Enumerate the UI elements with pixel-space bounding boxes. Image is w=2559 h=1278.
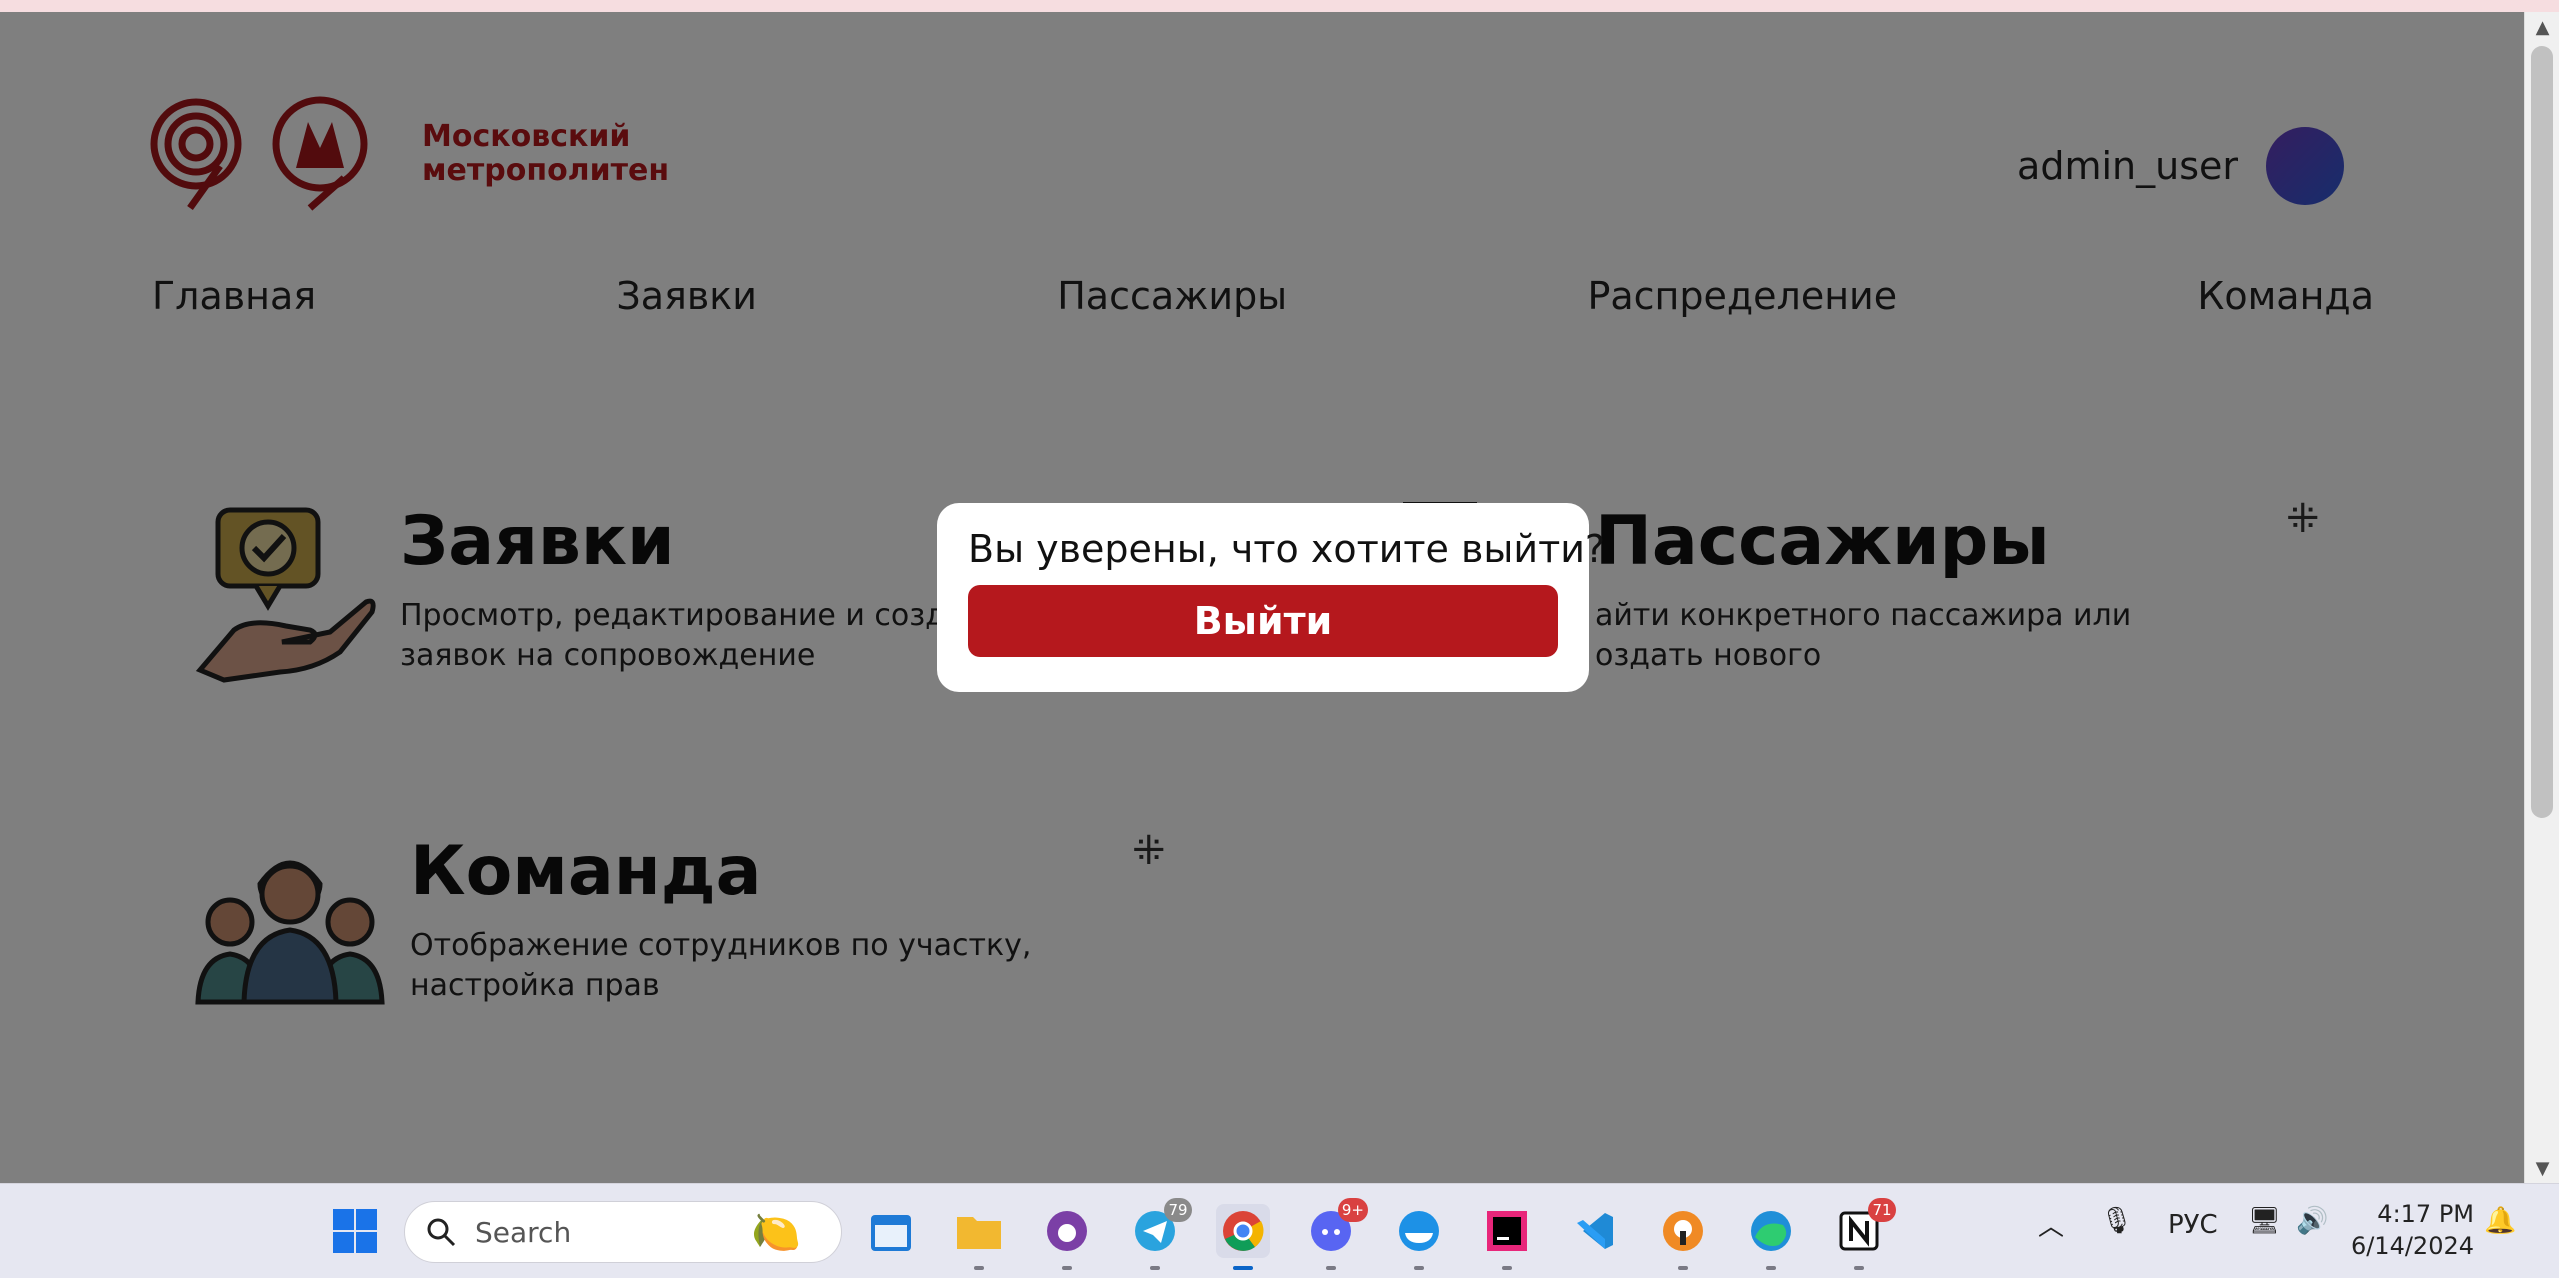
- running-indicator: [1766, 1266, 1776, 1270]
- vertical-scrollbar[interactable]: ▲ ▼: [2524, 12, 2559, 1183]
- network-icon[interactable]: 🖥: [2248, 1206, 2281, 1236]
- windows-taskbar: Search 🍋 79 9+ 71 ︿ 🎙 РУС 🖥 🔊 4:17 PM 6/…: [0, 1183, 2559, 1278]
- calendar-icon: [871, 1215, 911, 1251]
- discord-badge: 9+: [1337, 1198, 1368, 1222]
- taskbar-chrome[interactable]: [1216, 1204, 1270, 1270]
- running-indicator: [1150, 1266, 1160, 1270]
- running-indicator: [974, 1266, 984, 1270]
- docker-icon: [1399, 1211, 1439, 1251]
- taskbar-discord[interactable]: 9+: [1304, 1198, 1368, 1270]
- clock-time: 4:17 PM: [2377, 1200, 2474, 1228]
- logout-question: Вы уверены, что хотите выйти?: [968, 527, 1606, 571]
- browser-top-strip: [0, 0, 2559, 12]
- start-button[interactable]: [328, 1204, 382, 1258]
- taskbar-vscode[interactable]: [1568, 1204, 1622, 1258]
- search-placeholder: Search: [475, 1215, 572, 1249]
- vscode-icon: [1577, 1213, 1613, 1249]
- scroll-up-arrow-icon[interactable]: ▲: [2525, 12, 2559, 42]
- taskbar-file-explorer[interactable]: [952, 1204, 1006, 1270]
- running-indicator: [1062, 1266, 1072, 1270]
- github-icon: [1047, 1211, 1087, 1251]
- scroll-down-arrow-icon[interactable]: ▼: [2525, 1153, 2559, 1183]
- chrome-icon: [1223, 1211, 1264, 1251]
- input-language[interactable]: РУС: [2168, 1210, 2218, 1240]
- notification-bell-icon[interactable]: 🔔: [2484, 1206, 2516, 1236]
- taskbar-docker[interactable]: [1392, 1204, 1446, 1270]
- taskbar-notion[interactable]: 71: [1832, 1198, 1896, 1270]
- running-indicator: [1326, 1266, 1336, 1270]
- intellij-icon: [1487, 1211, 1527, 1251]
- taskbar-vpn[interactable]: [1656, 1204, 1710, 1270]
- taskbar-search[interactable]: Search 🍋: [404, 1201, 842, 1263]
- logout-confirm-dialog: Вы уверены, что хотите выйти? Выйти: [937, 503, 1606, 692]
- notion-badge: 71: [1868, 1198, 1896, 1222]
- logout-button[interactable]: Выйти: [968, 585, 1558, 657]
- taskbar-intellij[interactable]: [1480, 1204, 1534, 1270]
- running-indicator: [1678, 1266, 1688, 1270]
- telegram-badge: 79: [1164, 1198, 1192, 1222]
- search-icon: [427, 1218, 456, 1247]
- taskbar-edge[interactable]: [1744, 1204, 1798, 1270]
- volume-icon[interactable]: 🔊: [2296, 1206, 2328, 1236]
- taskbar-calendar[interactable]: [864, 1204, 918, 1258]
- active-indicator: [1233, 1266, 1253, 1270]
- edge-icon: [1751, 1211, 1791, 1251]
- show-hidden-icons-chevron-icon[interactable]: ︿: [2038, 1206, 2064, 1243]
- folder-icon: [957, 1217, 1001, 1249]
- vpn-icon: [1663, 1211, 1703, 1251]
- microphone-icon[interactable]: 🎙: [2100, 1206, 2133, 1236]
- scroll-thumb[interactable]: [2531, 46, 2553, 818]
- running-indicator: [1414, 1266, 1424, 1270]
- running-indicator: [1502, 1266, 1512, 1270]
- taskbar-telegram[interactable]: 79: [1128, 1198, 1192, 1270]
- lemons-icon: 🍋: [751, 1209, 801, 1256]
- windows-logo-icon: [333, 1209, 377, 1253]
- taskbar-github-desktop[interactable]: [1040, 1204, 1094, 1270]
- taskbar-clock[interactable]: 4:17 PM 6/14/2024: [2351, 1198, 2474, 1262]
- clock-date: 6/14/2024: [2350, 1232, 2474, 1260]
- running-indicator: [1854, 1266, 1864, 1270]
